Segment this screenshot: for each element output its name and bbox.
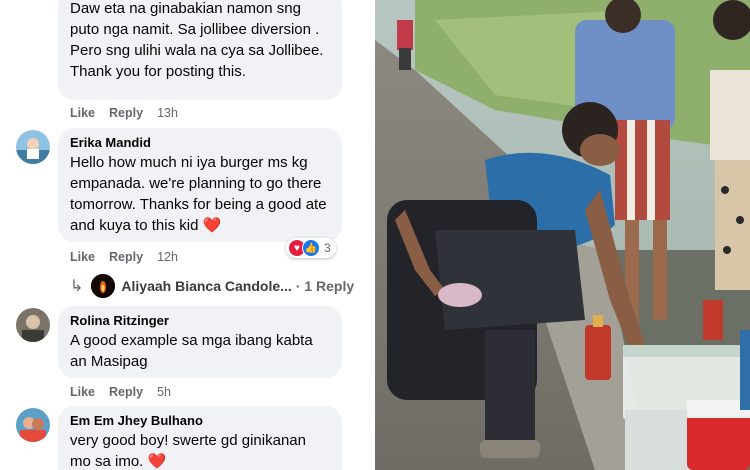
comment-author[interactable]: Rolina Ritzinger (70, 312, 330, 330)
like-button[interactable]: Like (70, 106, 95, 120)
comment-timestamp[interactable]: 13h (157, 106, 178, 120)
avatar[interactable] (16, 308, 50, 342)
reply-button[interactable]: Reply (109, 385, 143, 399)
reply-count: · 1 Reply (295, 278, 355, 294)
comment-actions: Like Reply 12h (70, 250, 178, 264)
reply-button[interactable]: Reply (109, 106, 143, 120)
reply-avatar (91, 274, 116, 298)
comment-actions: Like Reply 13h (70, 106, 178, 120)
like-button[interactable]: Like (70, 250, 95, 264)
comment-text: Daw eta na ginabakian namon sng puto nga… (70, 0, 324, 80)
reply-author: Aliyaah Bianca Candole... (121, 278, 292, 294)
comment-author[interactable]: Erika Mandid (70, 134, 330, 152)
reaction-summary[interactable]: ♥ 👍 3 (286, 238, 336, 258)
heart-emoji: ❤️ (202, 217, 222, 234)
comment-actions: Like Reply 5h (70, 385, 171, 399)
comment-author[interactable]: Em Em Jhey Bulhano (70, 412, 330, 430)
comment-timestamp[interactable]: 12h (157, 250, 178, 264)
like-button[interactable]: Like (70, 385, 95, 399)
comment-text: Hello how much ni iya burger ms kg empan… (70, 152, 330, 236)
view-replies-link[interactable]: ↳ Aliyaah Bianca Candole... · 1 Reply (70, 274, 354, 298)
avatar[interactable] (16, 130, 50, 164)
comment-text-content: Hello how much ni iya burger ms kg empan… (70, 154, 327, 234)
reaction-count: 3 (324, 241, 331, 255)
avatar[interactable] (16, 408, 50, 442)
reply-arrow-icon: ↳ (70, 278, 84, 295)
comment-bubble: Daw eta na ginabakian namon sng puto nga… (58, 0, 342, 100)
comment-text-content: very good boy! swerte gd ginikanan mo sa… (70, 432, 306, 470)
comment-bubble: Rolina Ritzinger A good example sa mga i… (58, 306, 342, 378)
reply-button[interactable]: Reply (109, 250, 143, 264)
comment-bubble: Erika Mandid Hello how much ni iya burge… (58, 128, 342, 242)
heart-emoji: ❤️ (147, 453, 167, 470)
comment-timestamp[interactable]: 5h (157, 385, 171, 399)
comment-text: very good boy! swerte gd ginikanan mo sa… (70, 430, 330, 470)
like-reaction-icon: 👍 (302, 239, 320, 257)
comment-bubble: Em Em Jhey Bulhano very good boy! swerte… (58, 406, 342, 470)
comments-panel: Daw eta na ginabakian namon sng puto nga… (0, 0, 375, 470)
comment-text: A good example sa mga ibang kabta an Mas… (70, 332, 313, 370)
post-photo[interactable] (375, 0, 750, 470)
